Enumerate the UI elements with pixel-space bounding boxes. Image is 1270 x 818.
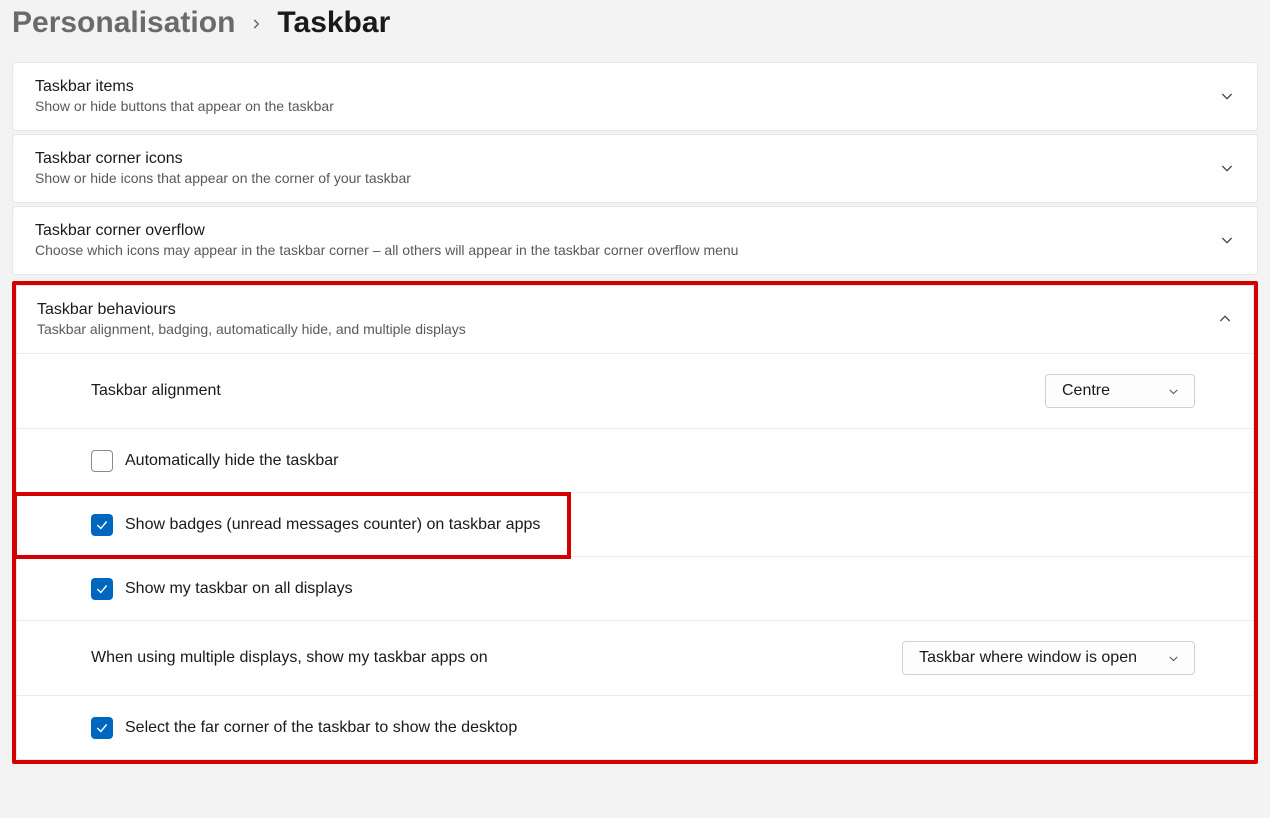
option-label: Show my taskbar on all displays [125, 580, 353, 598]
section-desc: Show or hide icons that appear on the co… [35, 170, 411, 186]
section-title: Taskbar items [35, 78, 334, 96]
highlight-annotation-behaviours: Taskbar behaviours Taskbar alignment, ba… [12, 281, 1258, 764]
option-label: Automatically hide the taskbar [125, 452, 338, 470]
option-label: Select the far corner of the taskbar to … [125, 719, 517, 737]
section-title: Taskbar corner icons [35, 150, 411, 168]
page-title: Taskbar [277, 6, 390, 40]
section-desc: Show or hide buttons that appear on the … [35, 98, 334, 114]
checkbox-all-displays[interactable] [91, 578, 113, 600]
section-taskbar-items[interactable]: Taskbar items Show or hide buttons that … [12, 62, 1258, 131]
chevron-down-icon [1219, 88, 1235, 104]
check-icon [95, 582, 109, 596]
checkbox-auto-hide[interactable] [91, 450, 113, 472]
checkbox-show-badges[interactable] [91, 514, 113, 536]
section-desc: Taskbar alignment, badging, automaticall… [37, 321, 466, 337]
select-multi-display[interactable]: Taskbar where window is open [902, 641, 1195, 675]
checkbox-far-corner[interactable] [91, 717, 113, 739]
chevron-down-icon [1219, 160, 1235, 176]
section-taskbar-behaviours: Taskbar behaviours Taskbar alignment, ba… [16, 285, 1254, 760]
chevron-down-icon [1167, 385, 1180, 398]
option-show-badges: Show badges (unread messages counter) on… [17, 492, 1253, 556]
option-all-displays: Show my taskbar on all displays [17, 556, 1253, 620]
section-title: Taskbar corner overflow [35, 222, 738, 240]
option-label: Taskbar alignment [91, 382, 221, 400]
select-value: Taskbar where window is open [919, 649, 1137, 667]
chevron-up-icon [1217, 311, 1233, 327]
option-label: When using multiple displays, show my ta… [91, 649, 488, 667]
breadcrumb-parent[interactable]: Personalisation [12, 6, 235, 40]
select-value: Centre [1062, 382, 1110, 400]
check-icon [95, 518, 109, 532]
section-header[interactable]: Taskbar behaviours Taskbar alignment, ba… [17, 286, 1253, 353]
check-icon [95, 721, 109, 735]
option-auto-hide: Automatically hide the taskbar [17, 428, 1253, 492]
section-desc: Choose which icons may appear in the tas… [35, 242, 738, 258]
section-taskbar-corner-overflow[interactable]: Taskbar corner overflow Choose which ico… [12, 206, 1258, 275]
chevron-down-icon [1167, 652, 1180, 665]
chevron-down-icon [1219, 232, 1235, 248]
option-taskbar-alignment: Taskbar alignment Centre [17, 353, 1253, 428]
chevron-right-icon [249, 14, 263, 37]
option-far-corner: Select the far corner of the taskbar to … [17, 695, 1253, 759]
select-taskbar-alignment[interactable]: Centre [1045, 374, 1195, 408]
breadcrumb: Personalisation Taskbar [0, 0, 1270, 62]
option-multi-display: When using multiple displays, show my ta… [17, 620, 1253, 695]
option-label: Show badges (unread messages counter) on… [125, 516, 540, 534]
section-taskbar-corner-icons[interactable]: Taskbar corner icons Show or hide icons … [12, 134, 1258, 203]
section-title: Taskbar behaviours [37, 301, 466, 319]
